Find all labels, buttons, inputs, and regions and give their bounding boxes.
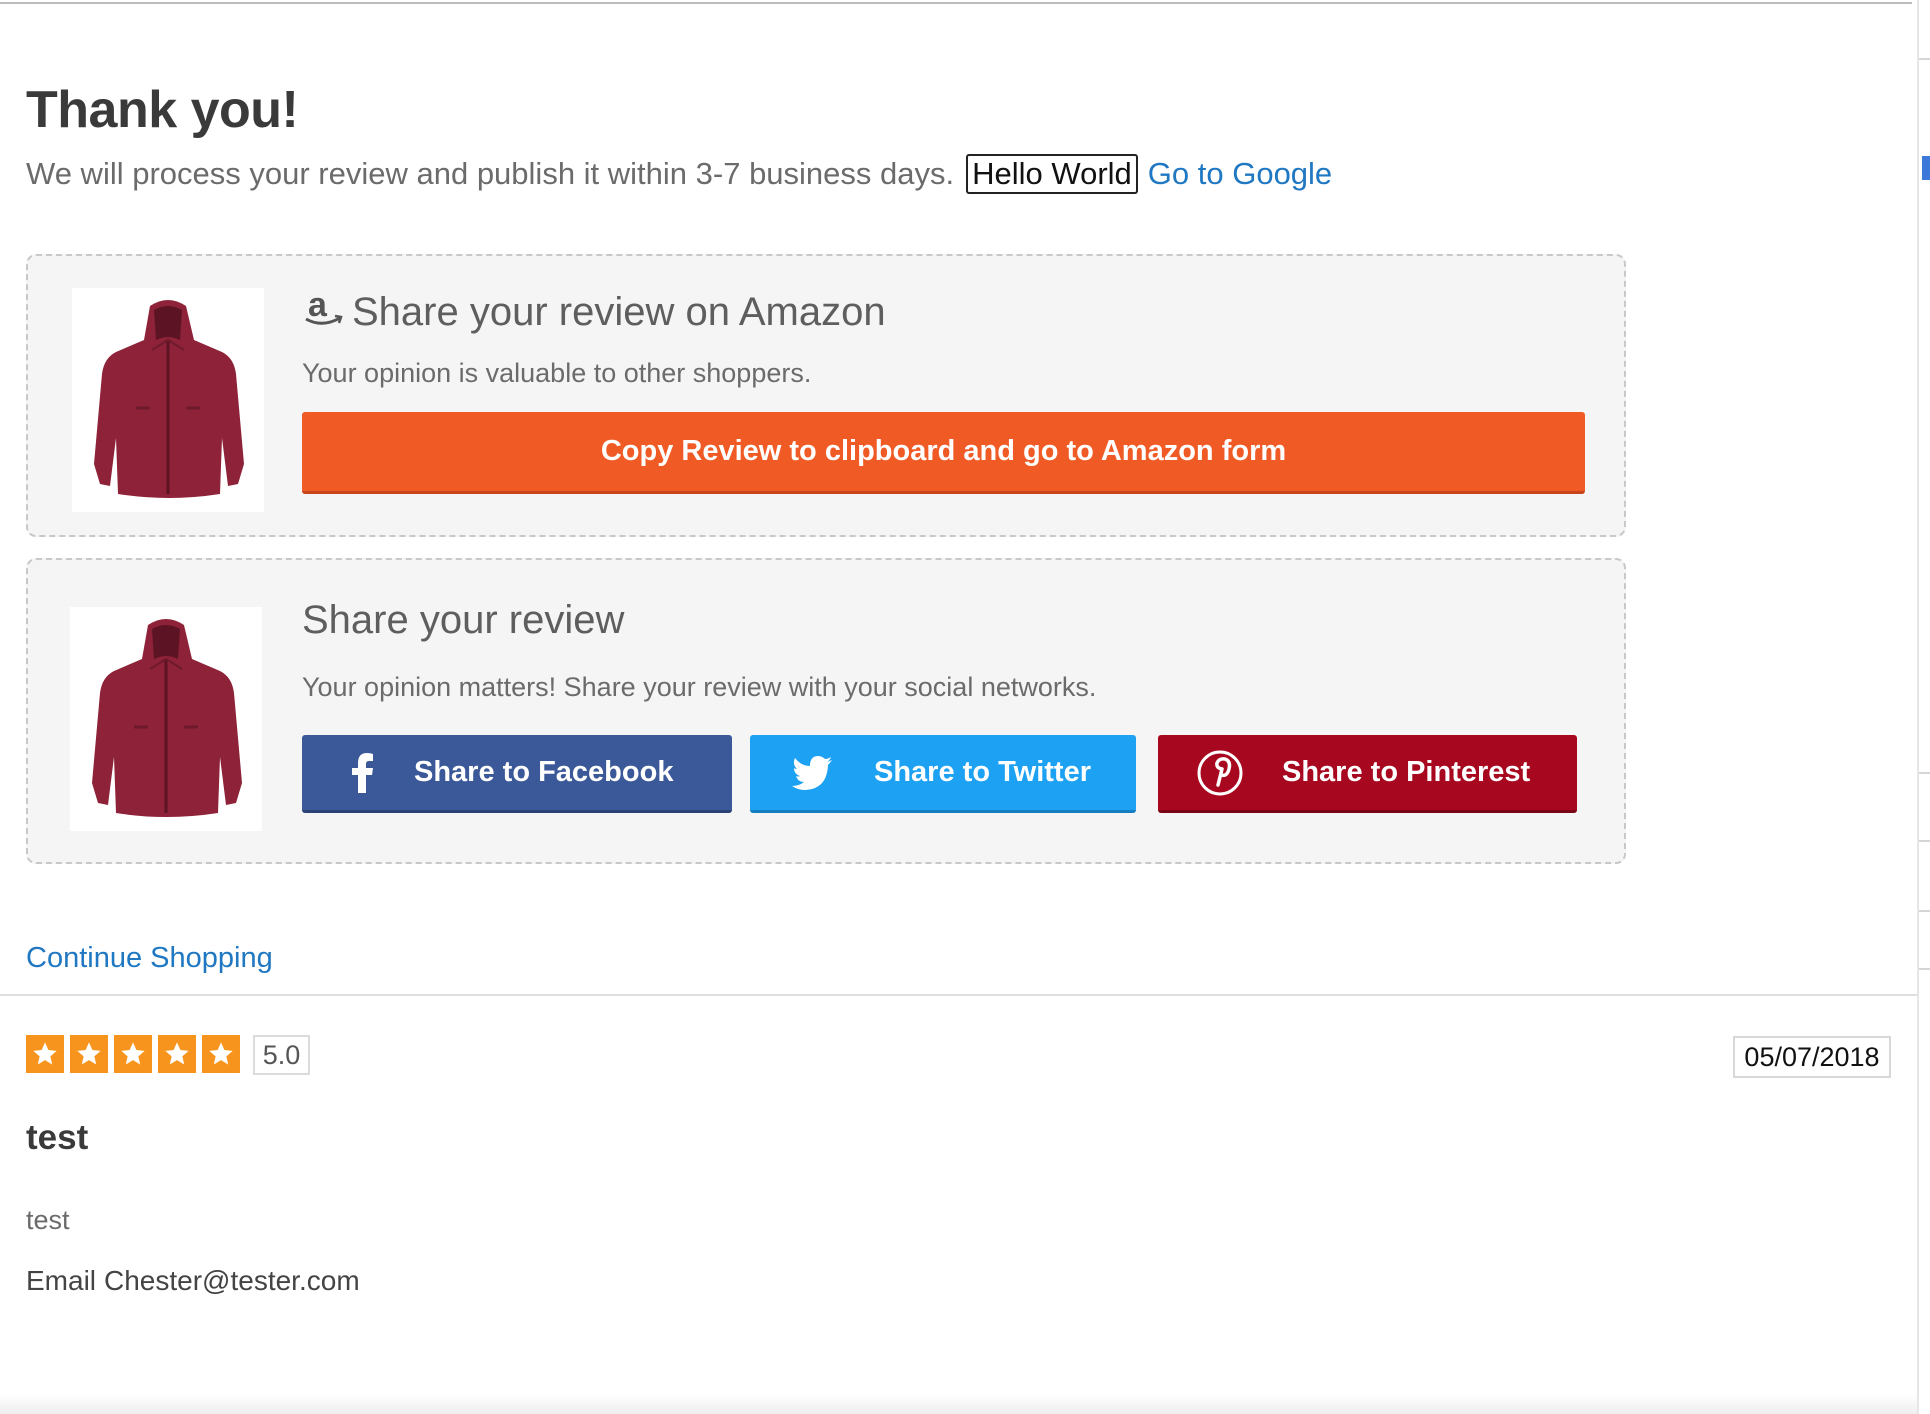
- product-image: [70, 607, 262, 831]
- thank-you-page: Thank you! We will process your review a…: [0, 0, 1930, 1414]
- share-pinterest-button[interactable]: Share to Pinterest: [1158, 735, 1577, 813]
- jacket-icon: [94, 300, 244, 498]
- subtitle-text: We will process your review and publish …: [26, 156, 955, 191]
- jacket-icon: [92, 619, 242, 817]
- amazon-logo-icon: a: [302, 286, 344, 338]
- amazon-card-text: Your opinion is valuable to other shoppe…: [302, 358, 812, 388]
- amazon-heading-text: Share your review on Amazon: [352, 289, 886, 334]
- copy-review-amazon-button[interactable]: Copy Review to clipboard and go to Amazo…: [302, 412, 1585, 494]
- continue-shopping-link[interactable]: Continue Shopping: [26, 942, 273, 975]
- social-card-heading: Share your review: [302, 598, 625, 642]
- facebook-icon: [332, 752, 392, 793]
- review-title: test: [26, 1118, 89, 1157]
- amazon-card-heading: a Share your review on Amazon: [302, 286, 886, 338]
- star-rating: [26, 1035, 246, 1073]
- social-share-card: Share your review Your opinion matters! …: [26, 558, 1626, 864]
- scroll-marker: [1922, 156, 1930, 180]
- star-icon: [202, 1035, 240, 1073]
- star-icon: [114, 1035, 152, 1073]
- facebook-label: Share to Facebook: [414, 756, 674, 788]
- share-facebook-button[interactable]: Share to Facebook: [302, 735, 732, 813]
- twitter-label: Share to Twitter: [874, 756, 1091, 788]
- email-value: Chester@tester.com: [104, 1265, 360, 1296]
- pinterest-icon: [1180, 749, 1260, 797]
- pinterest-label: Share to Pinterest: [1282, 756, 1531, 788]
- section-divider: [0, 994, 1917, 996]
- review-body: test: [26, 1205, 70, 1235]
- star-icon: [70, 1035, 108, 1073]
- page-title: Thank you!: [26, 81, 299, 139]
- review-email: Email Chester@tester.com: [26, 1265, 360, 1297]
- processing-message: We will process your review and publish …: [26, 154, 1332, 194]
- email-label: Email: [26, 1265, 97, 1296]
- product-image: [72, 288, 264, 512]
- star-icon: [26, 1035, 64, 1073]
- twitter-icon: [772, 755, 852, 790]
- top-border: [0, 2, 1912, 4]
- rating-value: 5.0: [253, 1035, 310, 1075]
- share-twitter-button[interactable]: Share to Twitter: [750, 735, 1136, 813]
- star-icon: [158, 1035, 196, 1073]
- window-scrollbar[interactable]: [1917, 0, 1930, 1414]
- svg-text:a: a: [308, 286, 328, 324]
- social-card-text: Your opinion matters! Share your review …: [302, 672, 1097, 702]
- review-date: 05/07/2018: [1733, 1036, 1891, 1078]
- go-to-google-link[interactable]: Go to Google: [1148, 156, 1332, 192]
- hello-world-label: Hello World: [966, 154, 1138, 194]
- bottom-fade: [0, 1394, 1917, 1414]
- amazon-share-card: a Share your review on Amazon Your opini…: [26, 254, 1626, 537]
